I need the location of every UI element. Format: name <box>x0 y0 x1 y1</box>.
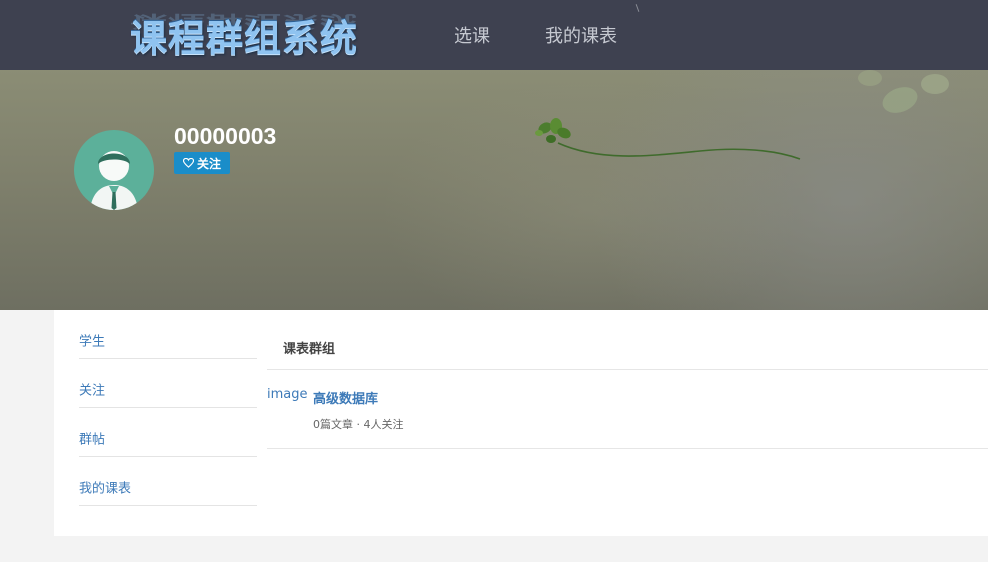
site-logo[interactable]: 课程群组系统 <box>130 8 358 62</box>
divider <box>267 448 988 449</box>
profile-banner: 00000003 关注 <box>0 70 988 310</box>
main-content: 学生 关注 群帖 我的课表 课表群组 image 高级数据库 0篇文章 · 4人… <box>54 310 988 536</box>
sidebar-item-students[interactable]: 学生 <box>79 310 257 359</box>
group-name-link[interactable]: 高级数据库 <box>313 388 378 407</box>
follow-button[interactable]: 关注 <box>174 152 230 174</box>
sidebar-item-group-posts[interactable]: 群帖 <box>79 408 257 457</box>
sidebar-item-label: 群帖 <box>79 432 106 448</box>
decorative-mark <box>635 4 640 12</box>
sidebar-item-label: 学生 <box>79 334 106 350</box>
sidebar-item-following[interactable]: 关注 <box>79 359 257 408</box>
person-avatar-icon <box>90 151 138 210</box>
user-avatar <box>74 130 154 210</box>
sidebar-item-my-schedule[interactable]: 我的课表 <box>79 457 257 506</box>
divider <box>267 369 988 370</box>
sidebar-item-label: 我的课表 <box>79 481 132 497</box>
panel-title: 课表群组 <box>283 342 336 357</box>
nav-my-schedule[interactable]: 我的课表 <box>545 22 617 48</box>
follow-label: 关注 <box>196 156 221 171</box>
sidebar-item-label: 关注 <box>79 383 106 399</box>
group-stats: 0篇文章 · 4人关注 <box>313 418 404 431</box>
group-image-placeholder[interactable]: image <box>267 387 308 402</box>
nav-select-course[interactable]: 选课 <box>454 22 490 48</box>
heart-outline-icon <box>182 158 194 168</box>
username: 00000003 <box>174 123 277 149</box>
top-navbar: 课程群组系统 课程群组系统 选课 我的课表 <box>0 0 988 70</box>
